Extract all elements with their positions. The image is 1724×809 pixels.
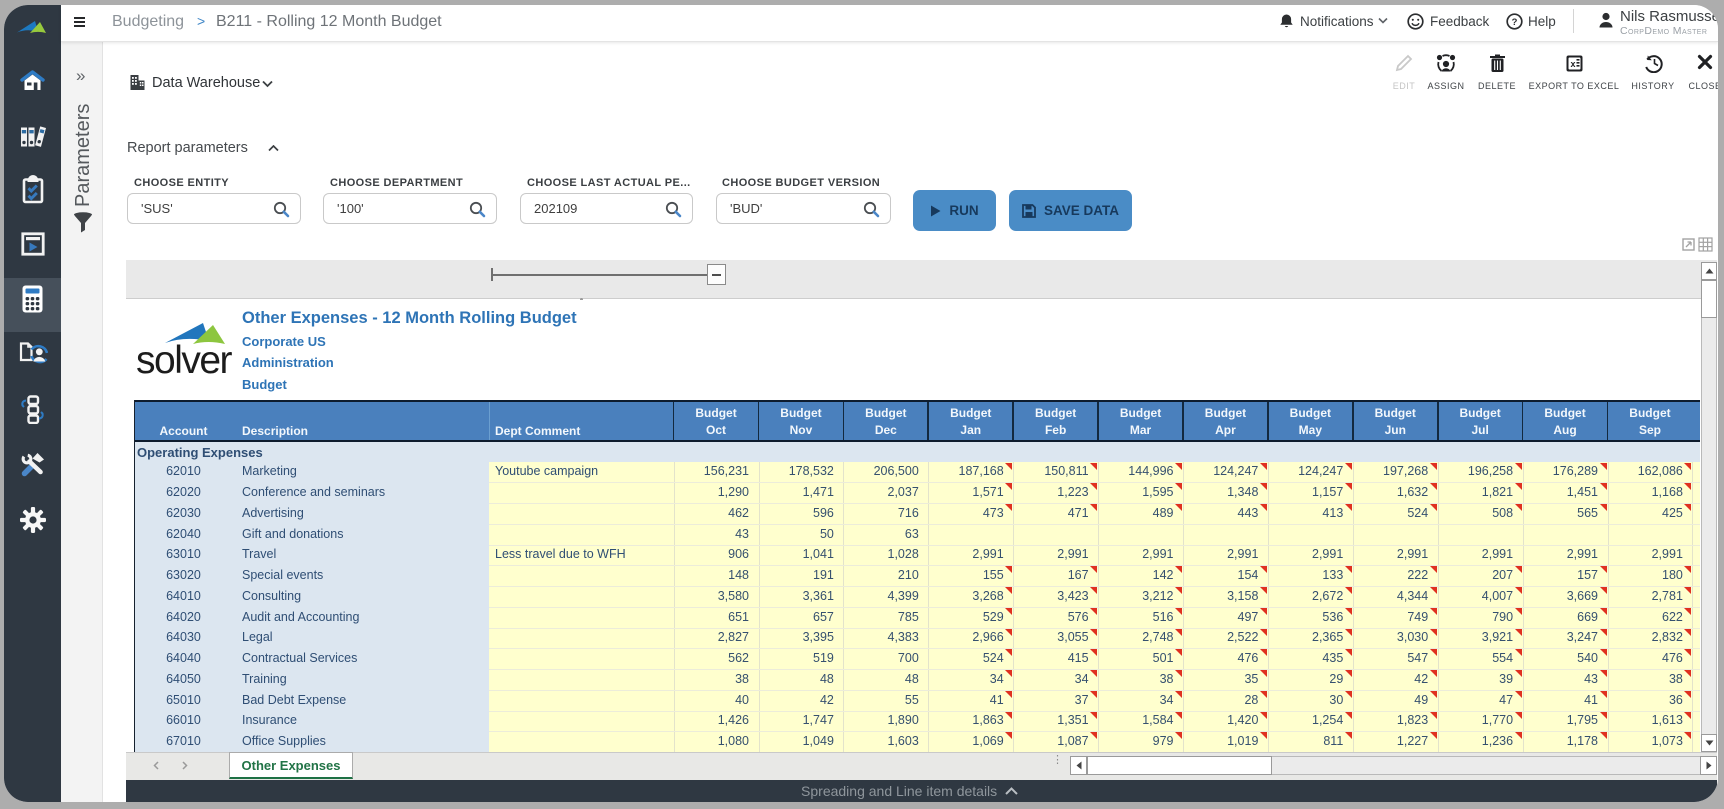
svg-text:?: ? xyxy=(1512,17,1518,28)
svg-text:x: x xyxy=(1570,59,1575,69)
